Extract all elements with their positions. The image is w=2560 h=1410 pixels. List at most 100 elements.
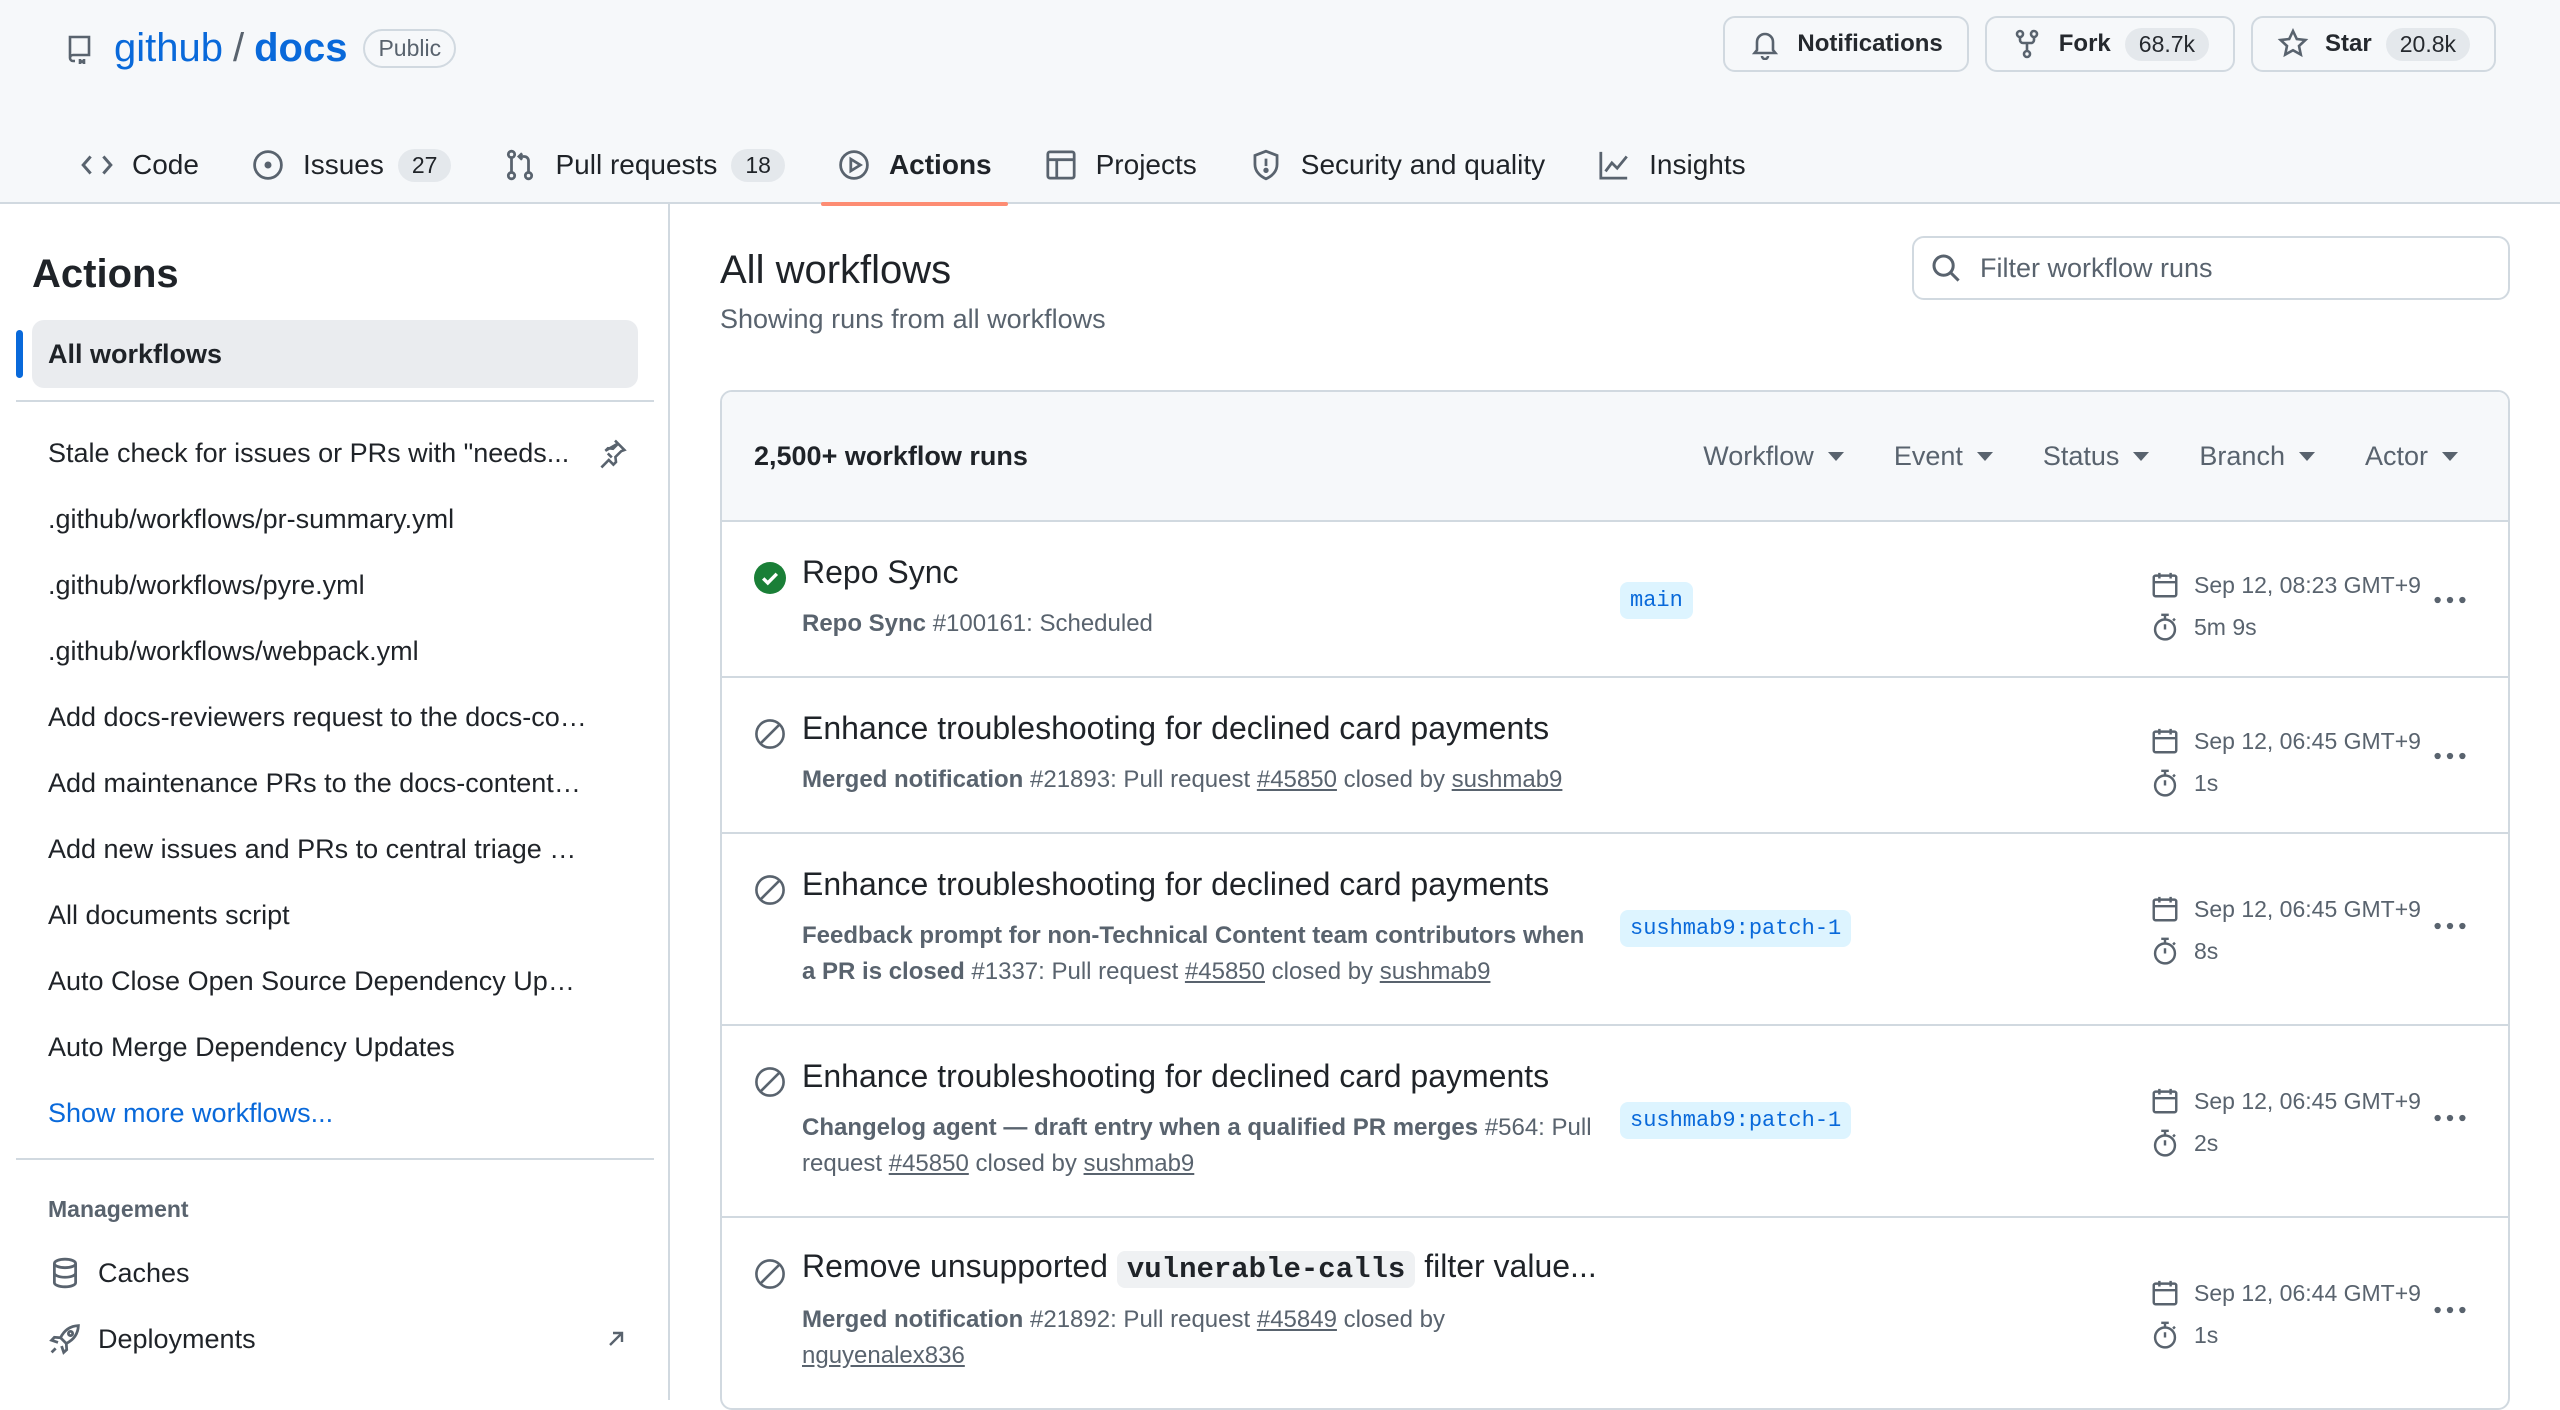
repo-nav: Code Issues 27 Pull requests 18 Actions xyxy=(64,126,1782,206)
run-title-link[interactable]: Enhance troubleshooting for declined car… xyxy=(802,866,1549,903)
stopwatch-icon xyxy=(2153,937,2177,965)
kebab-menu-icon[interactable] xyxy=(2432,582,2468,618)
skipped-icon xyxy=(755,1259,785,1289)
tab-code[interactable]: Code xyxy=(64,126,215,204)
actor-link[interactable]: nguyenalex836 xyxy=(802,1342,965,1369)
pull-request-link[interactable]: #45850 xyxy=(1185,958,1265,985)
sidebar-workflow-item[interactable]: Stale check for issues or PRs with "need… xyxy=(48,420,628,486)
event-filter-dropdown[interactable]: Event xyxy=(1894,441,1993,472)
repo-header: github / docs Public Notifications Fork … xyxy=(0,0,2560,206)
branch-badge[interactable]: main xyxy=(1620,582,1693,619)
sidebar-item-deployments[interactable]: Deployments xyxy=(48,1306,628,1372)
run-title-link[interactable]: Enhance troubleshooting for declined car… xyxy=(802,710,1549,747)
pull-request-link[interactable]: #45849 xyxy=(1257,1306,1337,1333)
tab-security[interactable]: Security and quality xyxy=(1233,126,1561,204)
branch-badge[interactable]: sushmab9:patch-1 xyxy=(1620,1102,1852,1139)
sidebar-workflow-item[interactable]: Add maintenance PRs to the docs-content … xyxy=(48,750,628,816)
pull-request-link[interactable]: #45850 xyxy=(1257,766,1337,793)
kebab-menu-icon[interactable] xyxy=(2432,738,2468,774)
search-icon xyxy=(1932,254,1960,282)
fork-button[interactable]: Fork 68.7k xyxy=(1984,16,2236,72)
skipped-icon xyxy=(755,719,785,749)
run-title-text: Remove unsupported xyxy=(802,1248,1117,1284)
actor-link[interactable]: sushmab9 xyxy=(1084,1150,1195,1177)
run-title-text: filter value... xyxy=(1415,1248,1597,1284)
chevron-down-icon xyxy=(2133,451,2150,461)
run-meta: Sep 12, 06:45 GMT+9 8s xyxy=(2150,888,2421,972)
tab-actions[interactable]: Actions xyxy=(820,126,1008,206)
tab-issues[interactable]: Issues 27 xyxy=(235,126,468,204)
sidebar-workflow-item[interactable]: Add docs-reviewers request to the docs-c… xyxy=(48,684,628,750)
run-date: Sep 12, 08:23 GMT+9 xyxy=(2194,571,2421,598)
star-button[interactable]: Star 20.8k xyxy=(2251,16,2496,72)
branch-filter-dropdown[interactable]: Branch xyxy=(2199,441,2315,472)
actions-sidebar: Actions All workflows Stale check for is… xyxy=(0,204,670,1400)
sidebar-workflow-item[interactable]: Auto Close Open Source Dependency Updat.… xyxy=(48,948,628,1014)
closed-by-text: closed by xyxy=(1336,1306,1445,1333)
run-workflow-name: Changelog agent — draft entry when a qua… xyxy=(802,1114,1479,1141)
runs-header: 2,500+ workflow runs Workflow Event Stat… xyxy=(722,392,2508,522)
graph-icon xyxy=(1599,151,1628,180)
actor-link[interactable]: sushmab9 xyxy=(1452,766,1563,793)
filter-runs-field[interactable] xyxy=(1912,236,2510,300)
tab-pull-requests-label: Pull requests xyxy=(555,149,718,180)
pin-icon[interactable] xyxy=(596,437,628,469)
sidebar-workflow-item[interactable]: Add new issues and PRs to central triage… xyxy=(48,816,628,882)
run-title-code: vulnerable-calls xyxy=(1116,1251,1416,1288)
repo-name-link[interactable]: docs xyxy=(254,26,347,71)
sidebar-item-caches[interactable]: Caches xyxy=(48,1240,628,1306)
sidebar-workflow-item[interactable]: .github/workflows/pr-summary.yml xyxy=(48,486,628,552)
workflow-run-row[interactable]: Enhance troubleshooting for declined car… xyxy=(722,678,2508,834)
kebab-menu-icon[interactable] xyxy=(2432,908,2468,944)
workflow-label: .github/workflows/pyre.yml xyxy=(48,569,365,600)
repo-owner-link[interactable]: github xyxy=(114,26,223,71)
sidebar-workflow-item[interactable]: .github/workflows/webpack.yml xyxy=(48,618,628,684)
workflow-run-row[interactable]: Remove unsupported vulnerable-calls filt… xyxy=(722,1218,2508,1408)
show-more-workflows-link[interactable]: Show more workflows... xyxy=(48,1080,628,1146)
filter-label: Actor xyxy=(2364,440,2428,471)
stopwatch-icon xyxy=(2153,1321,2177,1349)
run-title-link[interactable]: Enhance troubleshooting for declined car… xyxy=(802,1058,1549,1095)
caches-label: Caches xyxy=(98,1257,190,1288)
tab-insights[interactable]: Insights xyxy=(1581,126,1762,204)
sidebar-workflow-item[interactable]: Auto Merge Dependency Updates xyxy=(48,1014,628,1080)
workflow-run-row[interactable]: Enhance troubleshooting for declined car… xyxy=(722,1026,2508,1218)
chevron-down-icon xyxy=(2298,451,2315,461)
kebab-menu-icon[interactable] xyxy=(2432,1292,2468,1328)
workflow-label: Auto Close Open Source Dependency Updat.… xyxy=(48,965,588,996)
tab-projects[interactable]: Projects xyxy=(1028,126,1213,204)
workflow-filter-dropdown[interactable]: Workflow xyxy=(1703,441,1844,472)
run-date: Sep 12, 06:45 GMT+9 xyxy=(2194,1087,2421,1114)
run-title-link[interactable]: Remove unsupported vulnerable-calls filt… xyxy=(802,1248,1597,1288)
bell-icon xyxy=(1752,32,1779,60)
kebab-menu-icon[interactable] xyxy=(2432,1100,2468,1136)
sidebar-workflow-item[interactable]: All documents script xyxy=(48,882,628,948)
code-icon xyxy=(81,155,113,175)
star-label: Star xyxy=(2325,30,2372,57)
actor-filter-dropdown[interactable]: Actor xyxy=(2365,441,2458,472)
workflow-label: Auto Merge Dependency Updates xyxy=(48,1031,455,1062)
run-title-link[interactable]: Repo Sync xyxy=(802,554,959,591)
notifications-button[interactable]: Notifications xyxy=(1723,16,1969,72)
skipped-icon xyxy=(755,1067,785,1097)
calendar-icon xyxy=(2152,1280,2178,1306)
workflow-run-row[interactable]: Enhance troubleshooting for declined car… xyxy=(722,834,2508,1026)
sidebar-workflow-item[interactable]: .github/workflows/pyre.yml xyxy=(48,552,628,618)
chevron-down-icon xyxy=(2442,451,2458,461)
pull-request-link[interactable]: #45850 xyxy=(889,1150,969,1177)
filter-label: Branch xyxy=(2199,440,2285,471)
workflow-label: All documents script xyxy=(48,899,290,930)
status-filter-dropdown[interactable]: Status xyxy=(2043,441,2150,472)
play-icon xyxy=(839,150,869,180)
tab-pull-requests[interactable]: Pull requests 18 xyxy=(487,126,800,204)
stopwatch-icon xyxy=(2153,1129,2177,1157)
workflow-label: Add maintenance PRs to the docs-content … xyxy=(48,767,588,798)
workflow-run-row[interactable]: Repo Sync Repo Sync #100161: Scheduled m… xyxy=(722,522,2508,678)
fork-count: 68.7k xyxy=(2124,27,2210,61)
filter-runs-input[interactable] xyxy=(1980,252,2480,284)
actor-link[interactable]: sushmab9 xyxy=(1380,958,1491,985)
filter-label: Status xyxy=(2042,440,2120,471)
run-meta: Sep 12, 06:45 GMT+9 2s xyxy=(2150,1080,2421,1164)
branch-badge[interactable]: sushmab9:patch-1 xyxy=(1620,910,1852,947)
sidebar-item-all-workflows[interactable]: All workflows xyxy=(32,320,638,388)
